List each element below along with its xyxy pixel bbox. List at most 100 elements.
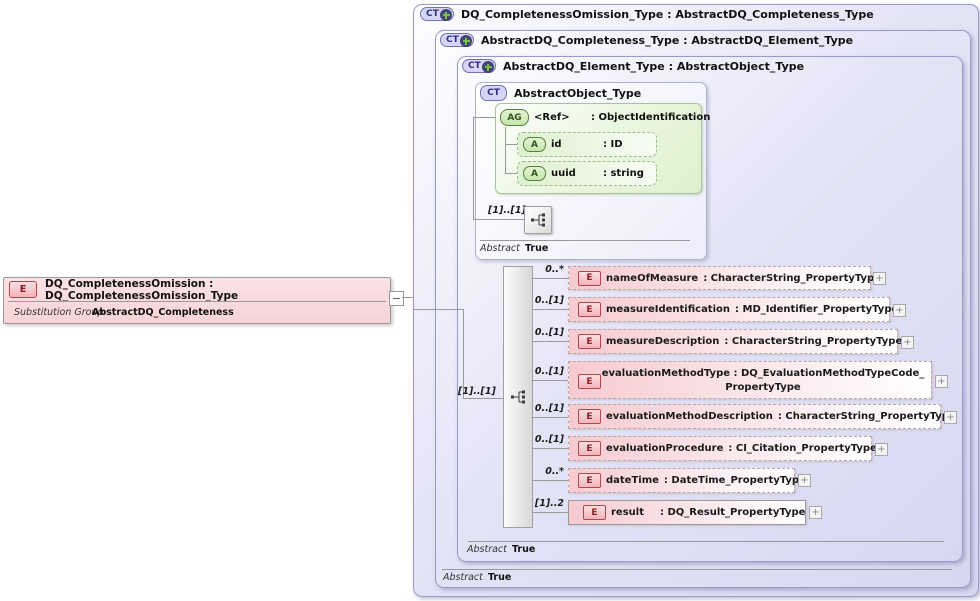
derived-plus-icon (440, 9, 452, 21)
connector (532, 341, 568, 342)
element-icon: E (9, 281, 37, 298)
expand-button[interactable]: + (935, 375, 948, 388)
type-title: AbstractDQ_Element_Type : AbstractObject… (503, 59, 805, 73)
connector (505, 127, 506, 174)
cardinality-label: 0..[1] (534, 434, 564, 445)
attribute-type: : ID (603, 139, 623, 150)
cardinality-label: [1]..2 (534, 498, 564, 509)
expand-button[interactable]: + (901, 336, 914, 349)
element-name: measureIdentification (606, 304, 731, 315)
connector (532, 512, 568, 513)
element-type: : MD_Identifier_PropertyType (735, 304, 899, 315)
divider (468, 541, 944, 542)
element-evaluationmethodtype[interactable]: E evaluationMethodType : DQ_EvaluationMe… (568, 361, 932, 399)
connector (532, 278, 568, 279)
cardinality-label: 0..[1] (534, 366, 564, 377)
attribute-uuid[interactable]: A uuid : string (517, 161, 657, 186)
type-title: AbstractObject_Type (514, 86, 642, 100)
element-name: nameOfMeasure (606, 272, 699, 284)
element-type: : CharacterString_PropertyType (777, 411, 956, 422)
type-title: AbstractDQ_Completeness_Type : AbstractD… (481, 33, 854, 47)
sequence-glyph (511, 390, 525, 404)
divider (8, 301, 386, 302)
element-title: DQ_CompletenessOmission : DQ_Completenes… (45, 277, 239, 302)
divider (480, 240, 690, 241)
derived-plus-icon (482, 61, 494, 73)
expand-button[interactable]: + (893, 304, 906, 317)
expand-button[interactable]: + (798, 474, 811, 487)
cardinality-label: 0..[1] (534, 327, 564, 338)
cardinality-label: 0..* (545, 264, 564, 275)
element-type: : DateTime_PropertyType (663, 475, 806, 486)
divider (442, 569, 952, 570)
element-icon: E (578, 473, 601, 488)
abstract-value: True (512, 544, 536, 555)
element-evaluationprocedure[interactable]: E evaluationProcedure : CI_Citation_Prop… (568, 436, 877, 461)
complex-type-icon: CT (462, 59, 496, 73)
element-measuredescription[interactable]: E measureDescription : CharacterString_P… (568, 329, 902, 354)
substitution-group-label: Substitution Group (14, 307, 104, 318)
attribute-id[interactable]: A id : ID (517, 132, 657, 157)
element-name: evaluationProcedure (606, 443, 724, 454)
element-name: evaluationMethodDescription (606, 411, 773, 422)
connector (473, 219, 524, 220)
connector (505, 173, 517, 174)
connector (505, 144, 517, 145)
element-icon: E (578, 270, 601, 286)
element-dq-completenessomission[interactable]: E DQ_CompletenessOmission : DQ_Completen… (3, 277, 391, 324)
attribute-icon: A (523, 137, 546, 152)
ref-name: <Ref> (534, 112, 570, 123)
sequence-icon[interactable] (524, 206, 552, 234)
element-datetime[interactable]: E dateTime : DateTime_PropertyType (568, 468, 806, 493)
attribute-group-icon: AG (500, 109, 529, 126)
element-name: evaluationMethodType (601, 368, 731, 379)
element-result[interactable]: E result : DQ_Result_PropertyType (568, 500, 806, 525)
expand-button[interactable]: + (873, 272, 886, 285)
derived-plus-icon (460, 35, 472, 47)
abstract-value: True (488, 572, 512, 583)
connector (532, 448, 568, 449)
element-type: : DQ_Result_PropertyType (660, 507, 806, 518)
element-nameofmeasure[interactable]: E nameOfMeasure : CharacterString_Proper… (568, 266, 881, 290)
cardinality-label: [1]..[1] (488, 205, 526, 216)
type-title: DQ_CompletenessOmission_Type : AbstractD… (461, 7, 874, 21)
connector (473, 117, 495, 118)
element-name: measureDescription (606, 336, 720, 347)
expand-button[interactable]: + (809, 506, 822, 519)
schema-diagram: CT DQ_CompletenessOmission_Type : Abstra… (0, 0, 980, 601)
substitution-group-value: AbstractDQ_Completeness (92, 307, 234, 318)
element-icon: E (583, 505, 606, 520)
element-type: : CI_Citation_PropertyType (728, 443, 877, 454)
expand-button[interactable]: + (875, 443, 888, 456)
element-icon: E (578, 409, 601, 424)
connector (463, 309, 464, 398)
attribute-group-ref[interactable]: AG <Ref> : ObjectIdentification (500, 109, 710, 126)
connector (473, 117, 474, 219)
header-abstractobject-type: CT AbstractObject_Type (480, 85, 641, 101)
sequence-glyph (531, 213, 545, 227)
header-dq-completenessomission-type: CT DQ_CompletenessOmission_Type : Abstra… (420, 7, 874, 21)
expand-button[interactable]: + (944, 411, 957, 424)
attribute-icon: A (523, 166, 546, 181)
connector (532, 380, 568, 381)
element-icon: E (578, 302, 601, 317)
complex-type-icon: CT (420, 7, 454, 21)
abstract-label: Abstract (443, 572, 483, 583)
abstract-label: Abstract (480, 243, 520, 254)
header-abstractdq-completeness-type: CT AbstractDQ_Completeness_Type : Abstra… (440, 33, 853, 47)
element-name: result (611, 507, 644, 518)
element-measureidentification[interactable]: E measureIdentification : MD_Identifier_… (568, 297, 898, 322)
complex-type-icon: CT (480, 85, 507, 101)
collapse-button[interactable]: − (389, 291, 404, 306)
ref-type: : ObjectIdentification (591, 112, 711, 123)
element-evaluationmethoddescription[interactable]: E evaluationMethodDescription : Characte… (568, 404, 956, 429)
connector (532, 309, 568, 310)
abstract-label: Abstract (467, 544, 507, 555)
header-abstractdq-element-type: CT AbstractDQ_Element_Type : AbstractObj… (462, 59, 804, 73)
connector (532, 417, 568, 418)
element-icon: E (578, 441, 601, 456)
connector (532, 480, 568, 481)
attribute-type: : string (603, 168, 644, 179)
attribute-name: id (551, 139, 562, 150)
element-type: : DQ_EvaluationMethodTypeCode_PropertyTy… (725, 368, 925, 393)
